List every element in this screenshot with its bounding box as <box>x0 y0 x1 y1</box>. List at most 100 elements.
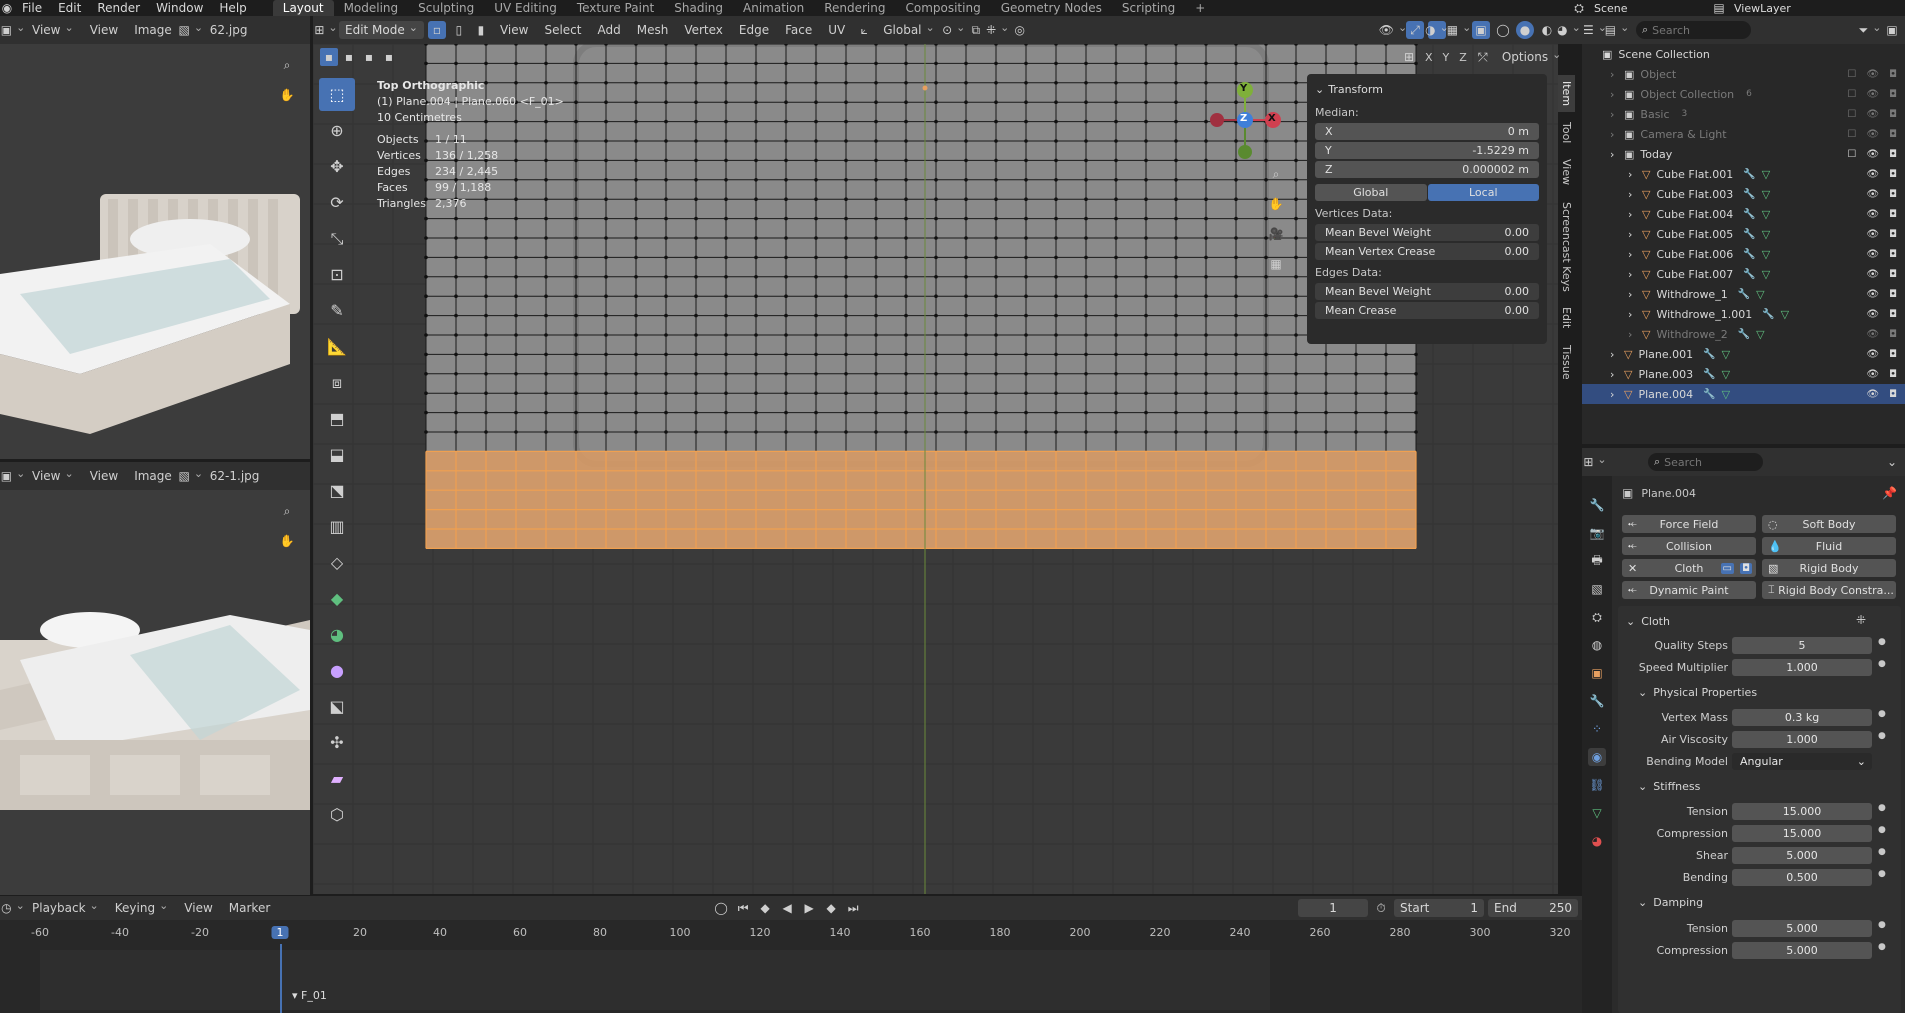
viewlayer-name[interactable]: ViewLayer <box>1734 2 1791 15</box>
shear-tool-icon[interactable]: ▰ <box>319 762 355 795</box>
tab-item[interactable]: Item <box>1558 75 1575 113</box>
material-shading-icon[interactable]: ◐ <box>1538 21 1556 39</box>
workspace-tab-scripting[interactable]: Scripting <box>1112 0 1185 16</box>
menu-playback[interactable]: Playback <box>26 899 105 917</box>
expand-chevron-icon[interactable]: › <box>1610 88 1618 101</box>
outliner-row[interactable]: ›▽Cube Flat.007🔧▽☐👁◘ <box>1582 264 1905 284</box>
navigation-gizmo[interactable]: Y Z X <box>1205 80 1285 160</box>
tab-edit[interactable]: Edit <box>1558 301 1575 334</box>
inset-tool-icon[interactable]: ⬓ <box>319 438 355 471</box>
transform-orientation-icon[interactable]: ⟀ <box>855 21 873 39</box>
rip-tool-icon[interactable]: ⬡ <box>319 798 355 831</box>
visibility-eye-icon[interactable]: 👁 <box>1866 349 1879 360</box>
pivot-icon[interactable]: ⊙ <box>942 21 963 39</box>
gizmo-icon[interactable]: ⤢ <box>1406 21 1424 39</box>
xray-icon[interactable]: ▣ <box>1472 21 1490 39</box>
editor-type-icon[interactable]: ◷ <box>1 899 22 917</box>
display-toggle-icon[interactable]: ▭ <box>1720 562 1734 574</box>
current-frame-field[interactable]: 1 <box>1298 899 1369 917</box>
render-camera-icon[interactable]: ◘ <box>1889 129 1897 140</box>
zoom-icon[interactable]: ⌕ <box>278 502 296 520</box>
face-select-icon[interactable]: ▮ <box>472 21 490 39</box>
expand-chevron-icon[interactable]: › <box>1628 228 1636 241</box>
outliner-row[interactable]: ›▽Cube Flat.004🔧▽☐👁◘ <box>1582 204 1905 224</box>
visibility-eye-icon[interactable]: 👁 <box>1866 309 1879 320</box>
edge-slide-tool-icon[interactable]: ⬕ <box>319 690 355 723</box>
expand-chevron-icon[interactable]: › <box>1628 308 1636 321</box>
timeline-marker[interactable]: ▾ F_01 <box>292 989 327 1002</box>
render-camera-icon[interactable]: ◘ <box>1889 149 1897 160</box>
outliner-row[interactable]: ›▽Plane.004🔧▽☐👁◘ <box>1582 384 1905 404</box>
local-button[interactable]: Local <box>1427 184 1539 201</box>
output-tab-icon[interactable]: 🖶 <box>1588 552 1606 570</box>
view-mode-dropdown[interactable]: View <box>26 467 80 485</box>
pan-hand-icon[interactable]: ✋ <box>278 532 296 550</box>
menu-view[interactable]: View <box>84 467 124 485</box>
menu-mesh[interactable]: Mesh <box>631 21 675 39</box>
workspace-tab-animation[interactable]: Animation <box>733 0 814 16</box>
modifier-icon[interactable]: 🔧 <box>1743 269 1755 280</box>
axis-x[interactable]: X <box>1422 51 1436 64</box>
object-tab-icon[interactable]: ▣ <box>1588 664 1606 682</box>
outliner-row[interactable]: ›▽Plane.001🔧▽☐👁◘ <box>1582 344 1905 364</box>
edge-select-icon[interactable]: ▯ <box>450 21 468 39</box>
data-tab-icon[interactable]: ▽ <box>1588 804 1606 822</box>
stiffness-header[interactable]: ⌄ Stiffness <box>1638 780 1700 793</box>
compression-field[interactable]: 15.000 <box>1732 825 1872 842</box>
prev-keyframe-icon[interactable]: ◆ <box>756 899 774 917</box>
mean-bevel-weight-field[interactable]: Mean Bevel Weight 0.00 <box>1315 224 1539 241</box>
keyframe-dot-icon[interactable]: ● <box>1878 942 1886 952</box>
menu-view[interactable]: View <box>84 21 124 39</box>
annotate-tool-icon[interactable]: ✎ <box>319 294 355 327</box>
move-tool-icon[interactable]: ✥ <box>319 150 355 183</box>
outliner-row[interactable]: ›▽Withdrowe_2🔧▽☐👁◘ <box>1582 324 1905 344</box>
mesh-data-icon[interactable]: ▽ <box>1762 168 1770 181</box>
visibility-eye-icon[interactable]: 👁 <box>1866 289 1879 300</box>
expand-chevron-icon[interactable]: › <box>1610 348 1618 361</box>
visibility-eye-icon[interactable]: 👁 <box>1866 229 1879 240</box>
modifier-icon[interactable]: 🔧 <box>1743 209 1755 220</box>
visibility-eye-icon[interactable]: 👁 <box>1866 189 1879 200</box>
bevel-tool-icon[interactable]: ⬔ <box>319 474 355 507</box>
keyframe-dot-icon[interactable]: ● <box>1878 847 1886 857</box>
add-workspace-button[interactable]: + <box>1185 0 1215 16</box>
render-camera-icon[interactable]: ◘ <box>1889 189 1897 200</box>
visibility-eye-icon[interactable]: 👁 <box>1866 89 1879 100</box>
expand-chevron-icon[interactable]: › <box>1610 368 1618 381</box>
cloth-section-header[interactable]: ⌄ Cloth <box>1626 615 1670 628</box>
outliner-row[interactable]: ›▽Withdrowe_1🔧▽☐👁◘ <box>1582 284 1905 304</box>
pan-hand-icon[interactable]: ✋ <box>1267 195 1285 213</box>
image-editor-top-canvas[interactable]: ⌕ ✋ <box>0 44 310 459</box>
expand-chevron-icon[interactable]: › <box>1610 68 1618 81</box>
image-browse-icon[interactable]: ▧ <box>179 467 200 485</box>
properties-search[interactable]: ⌕ <box>1648 453 1763 471</box>
outliner-row[interactable]: › ▣ Basic 3 ☐ 👁 ◘ <box>1582 104 1905 124</box>
visibility-eye-icon[interactable]: 👁 <box>1866 209 1879 220</box>
properties-search-input[interactable] <box>1664 455 1745 469</box>
menu-image[interactable]: Image <box>128 21 178 39</box>
mesh-data-icon[interactable]: ▽ <box>1722 348 1730 361</box>
expand-chevron-icon[interactable]: › <box>1610 148 1618 161</box>
modifier-icon[interactable]: 🔧 <box>1703 349 1715 360</box>
menu-window[interactable]: Window <box>148 0 211 16</box>
next-keyframe-icon[interactable]: ◆ <box>822 899 840 917</box>
physics-tab-icon[interactable]: ◉ <box>1588 748 1606 766</box>
median-y-field[interactable]: Y -1.5229 m <box>1315 142 1539 159</box>
scene-tab-icon[interactable]: ⛭ <box>1588 608 1606 626</box>
play-icon[interactable]: ▶ <box>800 899 818 917</box>
keyframe-dot-icon[interactable]: ● <box>1878 637 1886 647</box>
add-cube-tool-icon[interactable]: ⧈ <box>319 366 355 399</box>
visibility-eye-icon[interactable]: 👁 <box>1866 129 1879 140</box>
expand-chevron-icon[interactable]: › <box>1628 168 1636 181</box>
tab-tool[interactable]: Tool <box>1558 116 1575 149</box>
exclude-checkbox[interactable]: ☐ <box>1847 109 1856 120</box>
pan-hand-icon[interactable]: ✋ <box>278 86 296 104</box>
expand-chevron-icon[interactable]: › <box>1610 128 1618 141</box>
menu-select[interactable]: Select <box>538 21 587 39</box>
transform-tool-icon[interactable]: ⊡ <box>319 258 355 291</box>
outliner-row[interactable]: › ▣ Object ☐ 👁 ◘ <box>1582 64 1905 84</box>
options-dropdown[interactable]: Options <box>1496 48 1568 66</box>
editor-type-icon[interactable]: ▣ <box>1 21 22 39</box>
damping-compression-field[interactable]: 5.000 <box>1732 942 1872 959</box>
mesh-data-icon[interactable]: ▽ <box>1762 268 1770 281</box>
